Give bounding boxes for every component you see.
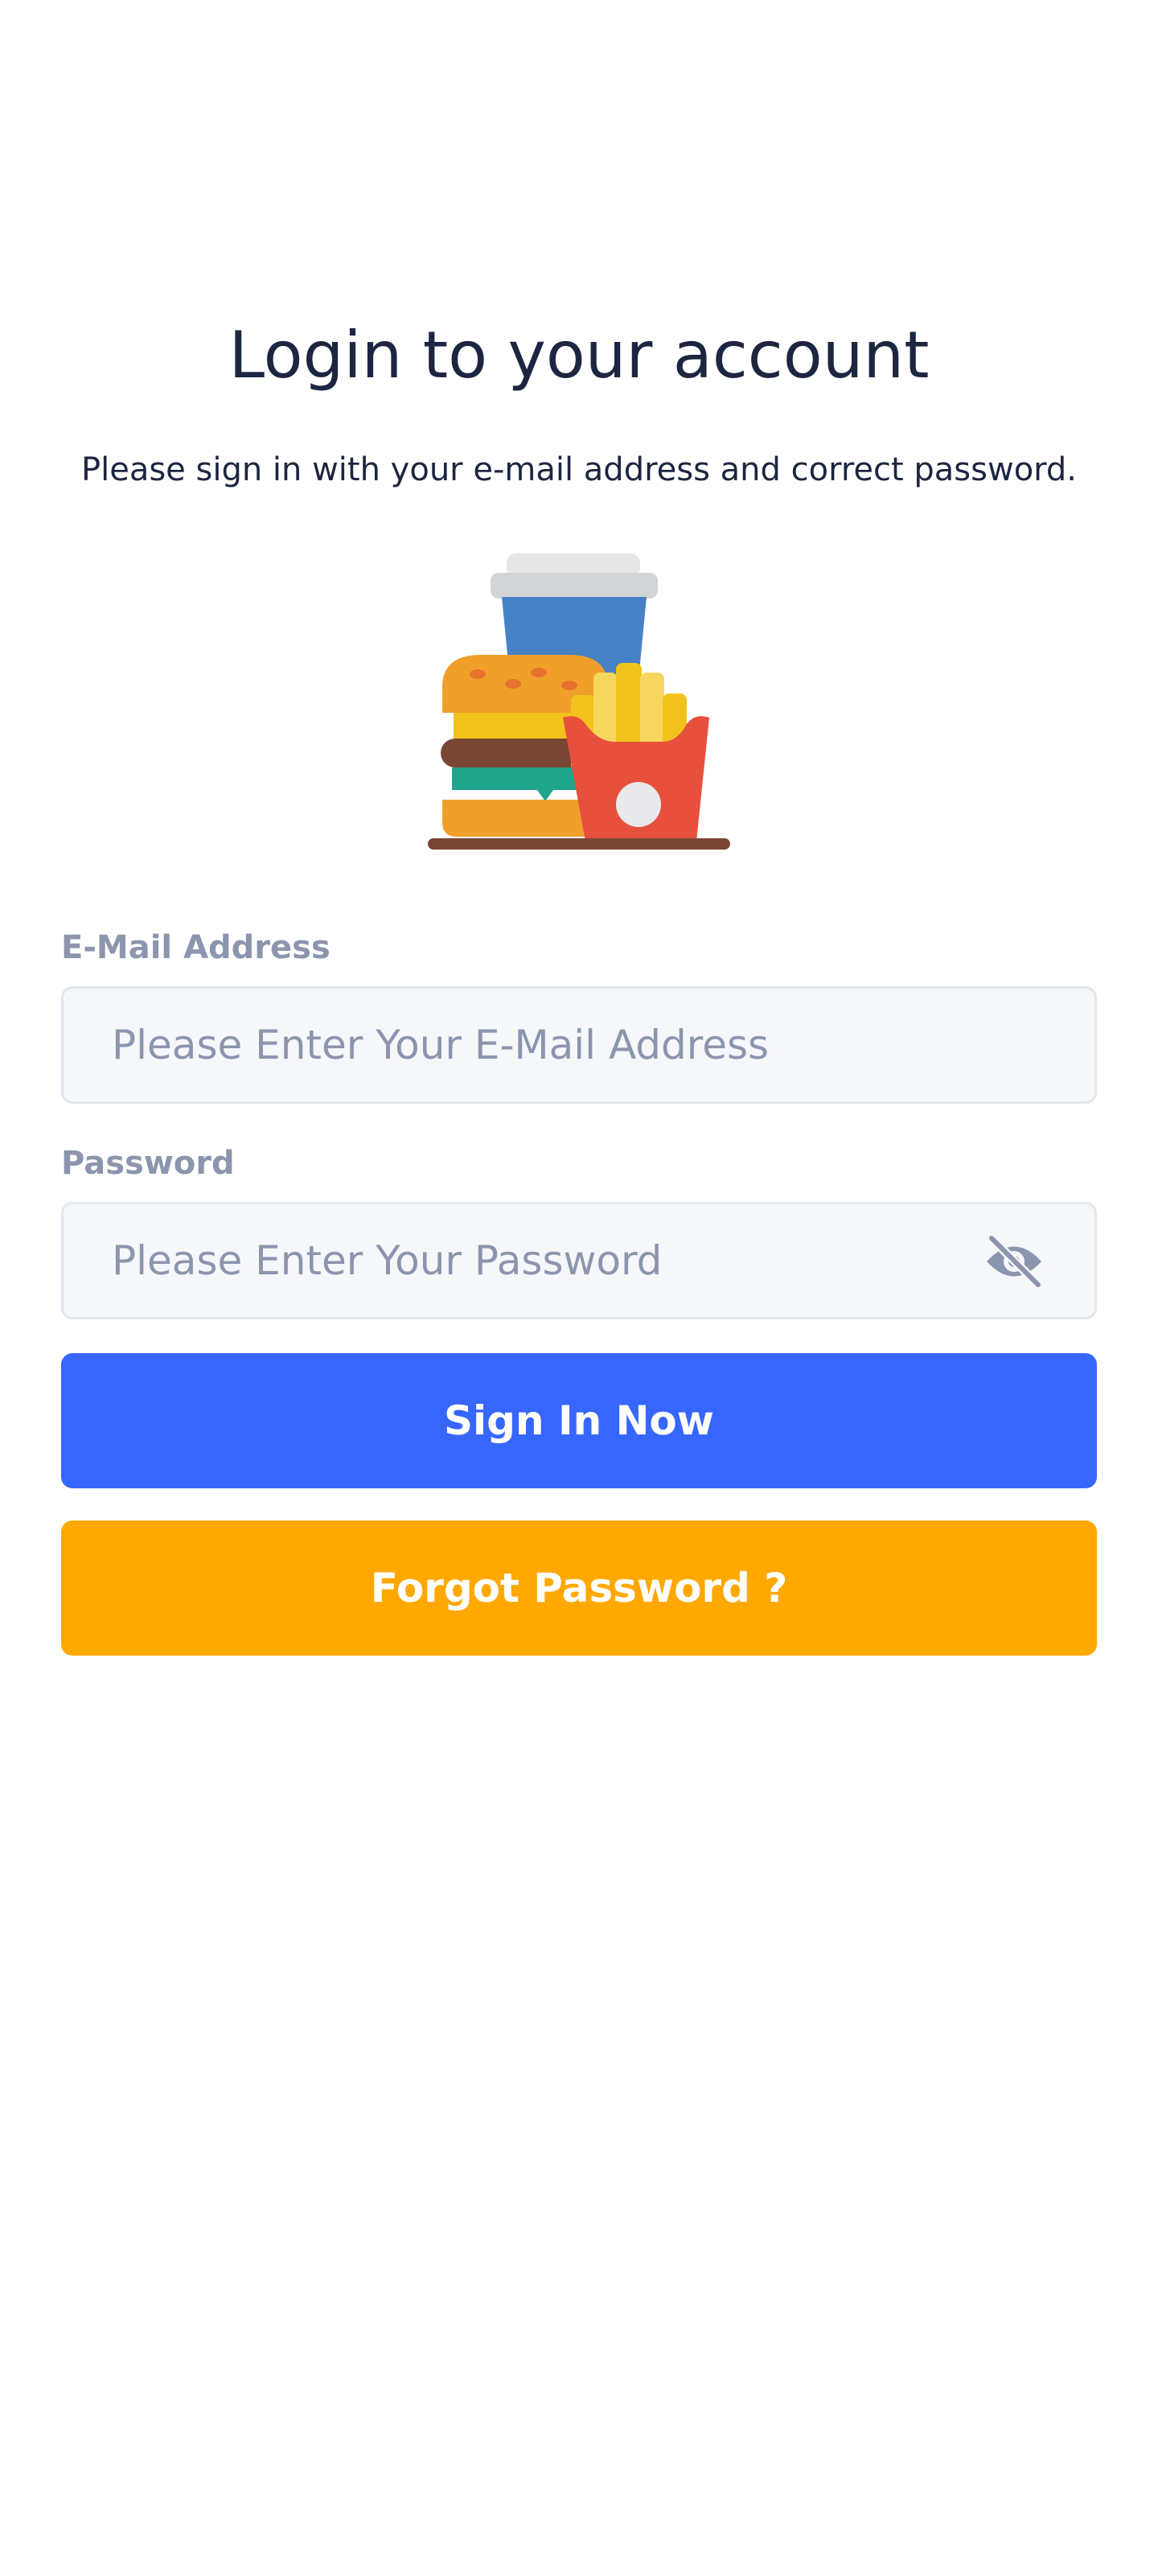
burger-bottom-bun — [442, 800, 602, 837]
page-title: Login to your account — [228, 318, 930, 393]
password-field[interactable] — [112, 1204, 980, 1317]
fast-food-illustration-icon — [428, 553, 730, 850]
fries-box-badge — [616, 782, 661, 827]
forgot-password-button[interactable]: Forgot Password ? — [61, 1520, 1097, 1656]
sign-in-button[interactable]: Sign In Now — [61, 1353, 1097, 1488]
page-subtitle: Please sign in with your e-mail address … — [80, 451, 1078, 488]
email-field[interactable] — [112, 989, 980, 1101]
cup-lid-rim — [491, 573, 658, 599]
email-label: E-Mail Address — [61, 929, 331, 966]
email-field-container — [61, 986, 1097, 1104]
tray — [428, 838, 730, 850]
password-field-container — [61, 1202, 1097, 1319]
eye-off-icon[interactable] — [983, 1235, 1045, 1288]
password-label: Password — [61, 1145, 235, 1182]
burger-lettuce — [452, 767, 585, 801]
